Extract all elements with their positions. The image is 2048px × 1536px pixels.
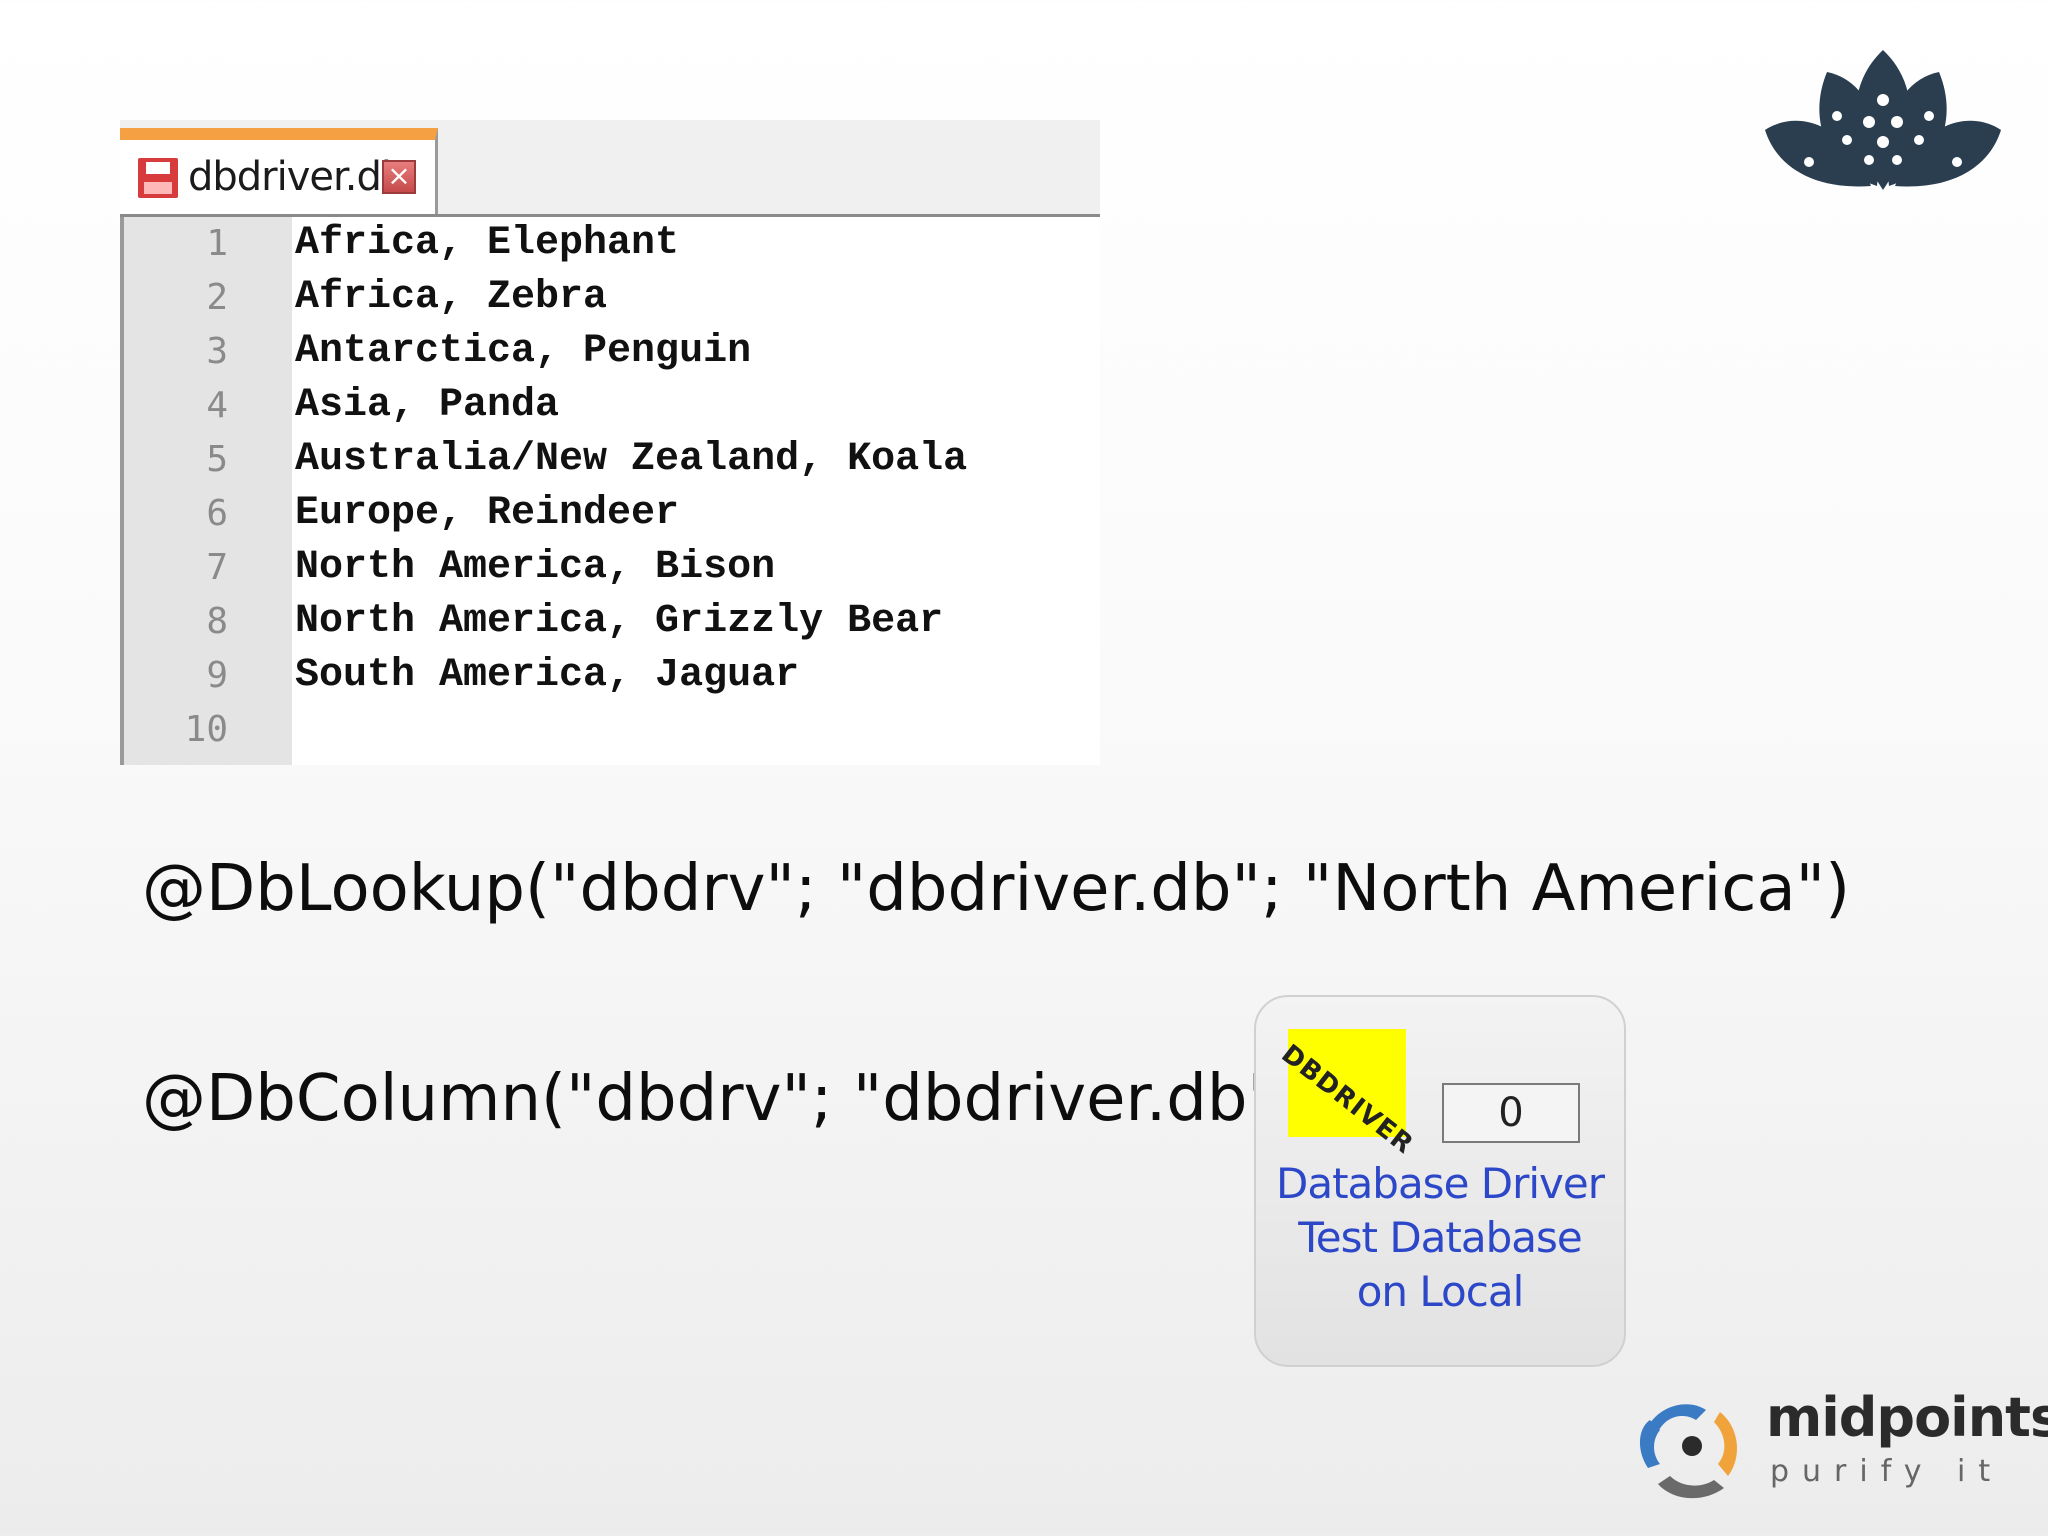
tab-title: dbdriver.db [188,154,406,200]
driver-caption-line: Database Driver [1276,1159,1605,1208]
floppy-disk-icon [138,158,178,198]
line-number: 10 [184,709,228,750]
line-text: Australia/New Zealand, Koala [295,437,968,482]
line-text: North America, Grizzly Bear [295,599,944,644]
driver-caption-line: on Local [1356,1267,1525,1316]
tab-bar: dbdriver.db × [120,120,1100,217]
code-line: 9 South America, Jaguar [120,649,1100,703]
line-number: 7 [206,547,228,588]
line-text: Africa, Zebra [295,275,608,320]
dblookup-formula: @DbLookup("dbdrv"; "dbdriver.db"; "North… [142,852,1851,926]
midpoints-wordmark: midpoints [1766,1386,2048,1449]
line-text: South America, Jaguar [295,653,800,698]
line-text: North America, Bison [295,545,776,590]
line-number: 4 [206,385,228,426]
line-number: 1 [206,223,228,264]
code-line: 10 [120,703,1100,757]
dbdriver-logo-text: DBDRIVER [1275,1039,1419,1161]
line-number: 3 [206,331,228,372]
midpoints-logo-icon [1639,1404,1738,1499]
midpoints-logo: midpoints purify it [1628,1380,2048,1510]
dbdriver-logo: DBDRIVER [1276,1029,1419,1160]
line-number: 5 [206,439,228,480]
driver-counter: 0 [1442,1083,1580,1143]
code-line: 2 Africa, Zebra [120,271,1100,325]
lotus-logo-icon [1765,50,2001,190]
line-text: Europe, Reindeer [295,491,680,536]
close-icon[interactable]: × [382,160,416,194]
code-line: 5 Australia/New Zealand, Koala [120,433,1100,487]
line-text: Antarctica, Penguin [295,329,752,374]
dbcolumn-formula: @DbColumn("dbdrv"; "dbdriver.db") [142,1062,1302,1136]
line-number: 2 [206,277,228,318]
code-line: 4 Asia, Panda [120,379,1100,433]
code-line: 8 North America, Grizzly Bear [120,595,1100,649]
line-text: Africa, Elephant [295,221,680,266]
code-line: 6 Europe, Reindeer [120,487,1100,541]
editor-window: dbdriver.db × 1 Africa, Elephant 2 Africa,… [120,120,1100,765]
code-line: 3 Antarctica, Penguin [120,325,1100,379]
tab-dbdriver[interactable]: dbdriver.db × [120,128,438,214]
line-number: 6 [206,493,228,534]
midpoints-tagline: purify it [1770,1454,2004,1489]
line-number: 8 [206,601,228,642]
driver-caption: Database Driver Test Database on Local [1256,1157,1624,1319]
code-line: 7 North America, Bison [120,541,1100,595]
driver-caption-line: Test Database [1298,1213,1582,1262]
line-text: Asia, Panda [295,383,560,428]
database-driver-tile[interactable]: DBDRIVER 0 Database Driver Test Database… [1254,995,1626,1367]
line-number: 9 [206,655,228,696]
code-line: 1 Africa, Elephant [120,217,1100,271]
